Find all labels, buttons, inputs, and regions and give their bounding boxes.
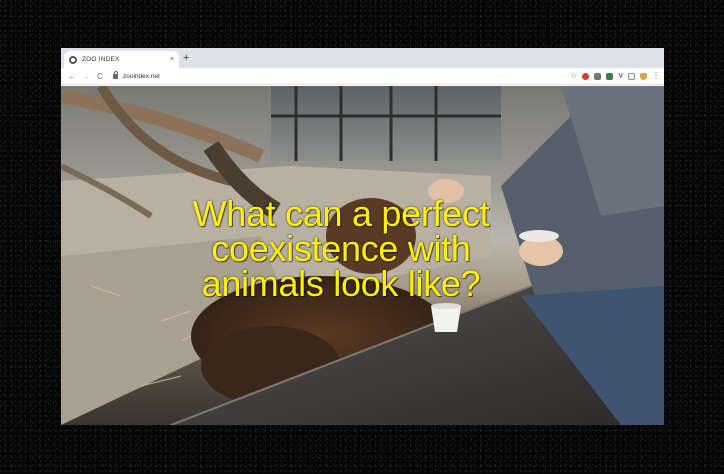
- hero-headline: What can a perfect coexistence with anim…: [141, 193, 541, 304]
- back-button[interactable]: ←: [65, 72, 79, 81]
- menu-icon[interactable]: ⋮: [652, 72, 660, 80]
- verge-extension-icon[interactable]: V: [618, 73, 623, 80]
- forward-button[interactable]: →: [79, 72, 93, 81]
- tab-strip: ZOO INDEX × +: [61, 48, 664, 68]
- headline-line-1: What can a perfect: [192, 193, 490, 234]
- headline-line-2: coexistence with: [211, 228, 471, 269]
- lock-icon: [113, 70, 118, 79]
- extension-green-icon[interactable]: [606, 72, 614, 80]
- reload-button[interactable]: C: [93, 72, 107, 81]
- tab-zoo-index[interactable]: ZOO INDEX ×: [64, 51, 179, 68]
- tab-title: ZOO INDEX: [82, 56, 120, 63]
- url-text[interactable]: zooindex.net: [123, 73, 160, 80]
- shield-extension-icon[interactable]: [640, 72, 647, 80]
- extensions-area: ☆ V ⋮: [570, 72, 660, 80]
- bookmark-star-icon[interactable]: ☆: [570, 72, 577, 80]
- hero-video: What can a perfect coexistence with anim…: [61, 86, 664, 425]
- extension-grey-icon[interactable]: [594, 72, 602, 80]
- address-bar[interactable]: zooindex.net: [113, 70, 570, 83]
- opera-extension-icon[interactable]: [582, 72, 590, 80]
- cast-extension-icon[interactable]: [628, 72, 635, 80]
- headline-line-3: animals look like?: [201, 263, 481, 304]
- close-tab-icon[interactable]: ×: [170, 56, 174, 63]
- browser-toolbar: ← → C zooindex.net ☆ V ⋮: [61, 68, 664, 85]
- browser-window: ZOO INDEX × + ← → C zooindex.net ☆ V ⋮ W…: [61, 48, 664, 425]
- globe-icon: [69, 55, 77, 64]
- new-tab-button[interactable]: +: [183, 51, 189, 65]
